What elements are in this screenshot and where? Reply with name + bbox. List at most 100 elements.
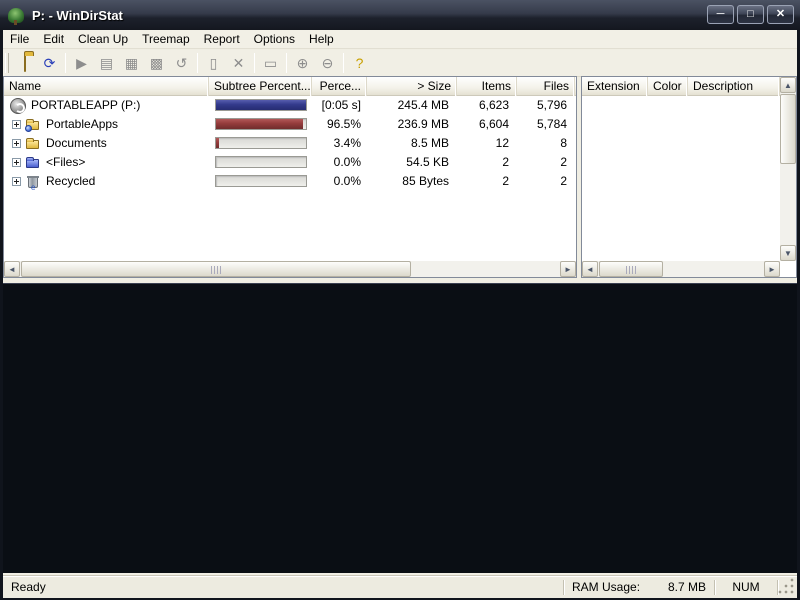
column-header-items[interactable]: Items bbox=[457, 77, 517, 96]
expand-toggle[interactable] bbox=[12, 139, 21, 148]
open-selected-button[interactable]: ▶ bbox=[70, 52, 93, 74]
scroll-left-button[interactable]: ◄ bbox=[4, 261, 20, 277]
minimize-button[interactable]: ─ bbox=[707, 5, 734, 24]
scroll-down-button[interactable]: ▼ bbox=[780, 245, 796, 261]
items-cell: 6,604 bbox=[478, 117, 509, 131]
close-button[interactable]: ✕ bbox=[767, 5, 794, 24]
ram-usage-label: RAM Usage: bbox=[572, 579, 641, 594]
percentage-cell: 0.0% bbox=[333, 174, 361, 188]
files-cell: 2 bbox=[560, 174, 567, 188]
title-bar[interactable]: P: - WinDirStat ─ □ ✕ bbox=[0, 0, 800, 30]
scroll-up-button[interactable]: ▲ bbox=[780, 77, 796, 93]
open-button[interactable] bbox=[13, 52, 36, 74]
menu-item-edit[interactable]: Edit bbox=[36, 30, 71, 49]
extension-row[interactable] bbox=[582, 96, 780, 115]
percentage-bar bbox=[215, 99, 307, 111]
ram-usage-pane: RAM Usage: 8.7 MB bbox=[564, 579, 714, 596]
menu-item-options[interactable]: Options bbox=[247, 30, 302, 49]
column-header-color[interactable]: Color bbox=[648, 77, 688, 96]
column-header-extension[interactable]: Extension bbox=[582, 77, 648, 96]
expand-toggle[interactable] bbox=[12, 120, 21, 129]
folder-icon bbox=[26, 137, 39, 149]
subtree-percentage-cell bbox=[209, 96, 312, 115]
percentage-bar bbox=[215, 175, 307, 187]
app-overlay-icon bbox=[25, 124, 32, 132]
tree-horizontal-scrollbar: ◄ ► bbox=[4, 261, 576, 277]
help-button[interactable]: ? bbox=[348, 52, 371, 74]
size-cell: 85 Bytes bbox=[402, 174, 449, 188]
toolbar: ⟳ ▶ ▤ ▦ ▩ ↺ ▯ ✕ ▭ ⊕ ⊖? bbox=[3, 50, 797, 77]
extension-rows bbox=[582, 96, 780, 261]
extension-column-header: Extension Color Description bbox=[582, 77, 796, 96]
scroll-right-button[interactable]: ► bbox=[764, 261, 780, 277]
percentage-cell: 0.0% bbox=[333, 155, 361, 169]
open-userdefined-button[interactable]: ▭ bbox=[259, 52, 282, 74]
subtree-percentage-cell bbox=[209, 115, 312, 134]
scroll-thumb[interactable] bbox=[780, 94, 796, 164]
folder-icon bbox=[26, 156, 39, 168]
column-header--size[interactable]: > Size bbox=[367, 77, 457, 96]
menu-item-treemap[interactable]: Treemap bbox=[135, 30, 197, 49]
window-title: P: - WinDirStat bbox=[32, 7, 123, 23]
percentage-bar bbox=[215, 118, 307, 130]
menu-item-clean-up[interactable]: Clean Up bbox=[71, 30, 135, 49]
column-header-files[interactable]: Files bbox=[517, 77, 575, 96]
percentage-cell: 96.5% bbox=[326, 117, 361, 131]
column-header-perce-[interactable]: Perce... bbox=[312, 77, 367, 96]
tree-column-header: Name Subtree Percent... Perce... > Size Item… bbox=[4, 77, 576, 96]
refresh-all-button[interactable]: ⟳ bbox=[38, 52, 61, 74]
extension-cell bbox=[582, 96, 648, 115]
percentage-cell: [0:05 s] bbox=[321, 98, 361, 112]
percentage-bar bbox=[215, 156, 307, 168]
toolbar-grip[interactable] bbox=[5, 53, 9, 73]
directory-tree-panel: Name Subtree Percent... Perce... > Size Item… bbox=[3, 76, 577, 278]
menu-item-report[interactable]: Report bbox=[197, 30, 247, 49]
items-cell: 6,623 bbox=[478, 98, 509, 112]
tree-name-cell: Documents bbox=[4, 134, 209, 153]
items-cell: 12 bbox=[495, 136, 509, 150]
client-area: File Edit Clean Up Treemap Report Options Help… bbox=[3, 30, 797, 598]
expand-toggle[interactable] bbox=[12, 177, 21, 186]
scroll-thumb[interactable] bbox=[21, 261, 411, 277]
extension-list-panel: Extension Color Description ▲ ▼ ◄ ► bbox=[581, 76, 797, 278]
command-prompt-button[interactable]: ▩ bbox=[145, 52, 168, 74]
tree-rows: PORTABLEAPP (P:) [0:05 s] 245.4 MB 6,623 5,7… bbox=[4, 96, 576, 261]
scroll-thumb[interactable] bbox=[599, 261, 663, 277]
recycle-bin-icon bbox=[27, 175, 39, 191]
toolbar-separator bbox=[286, 53, 287, 73]
tree-row[interactable]: PortableApps 96.5% 236.9 MB 6,604 5,784 bbox=[4, 115, 576, 134]
app-icon bbox=[8, 7, 24, 25]
explorer-here-button[interactable]: ▦ bbox=[120, 52, 143, 74]
menu-item-file[interactable]: File bbox=[3, 30, 36, 49]
files-cell: 5,784 bbox=[536, 117, 567, 131]
subtree-percentage-cell bbox=[209, 134, 312, 153]
treemap-view[interactable] bbox=[3, 283, 797, 573]
tree-row[interactable]: PORTABLEAPP (P:) [0:05 s] 245.4 MB 6,623 5,7… bbox=[4, 96, 576, 115]
zoom-in-button[interactable]: ⊕ bbox=[291, 52, 314, 74]
tree-row[interactable]: Documents 3.4% 8.5 MB 12 8 bbox=[4, 134, 576, 153]
tree-row[interactable]: Recycled 0.0% 85 Bytes 2 2 bbox=[4, 172, 576, 191]
column-header-name[interactable]: Name bbox=[4, 77, 209, 96]
column-header-subtree-percent-[interactable]: Subtree Percent... bbox=[209, 77, 312, 96]
maximize-button[interactable]: □ bbox=[737, 5, 764, 24]
menu-item-help[interactable]: Help bbox=[302, 30, 341, 49]
percentage-cell: 3.4% bbox=[333, 136, 361, 150]
percentage-bar-fill bbox=[216, 100, 306, 110]
scroll-right-button[interactable]: ► bbox=[560, 261, 576, 277]
column-header-description[interactable]: Description bbox=[688, 77, 780, 96]
resize-grip[interactable] bbox=[778, 578, 796, 596]
percentage-bar bbox=[215, 137, 307, 149]
scroll-left-button[interactable]: ◄ bbox=[582, 261, 598, 277]
copy-path-button[interactable]: ▤ bbox=[95, 52, 118, 74]
tree-item-label: PORTABLEAPP (P:) bbox=[31, 98, 141, 112]
percentage-bar-fill bbox=[216, 138, 220, 148]
toolbar-separator bbox=[197, 53, 198, 73]
expand-toggle[interactable] bbox=[12, 158, 21, 167]
num-lock-indicator: NUM bbox=[732, 579, 760, 594]
zoom-out-button[interactable]: ⊖ bbox=[316, 52, 339, 74]
tree-name-cell: PortableApps bbox=[4, 115, 209, 134]
delete-to-recycle-bin-button[interactable]: ▯ bbox=[202, 52, 225, 74]
refresh-selected-button[interactable]: ↺ bbox=[170, 52, 193, 74]
delete-button[interactable]: ✕ bbox=[227, 52, 250, 74]
tree-row[interactable]: <Files> 0.0% 54.5 KB 2 2 bbox=[4, 153, 576, 172]
